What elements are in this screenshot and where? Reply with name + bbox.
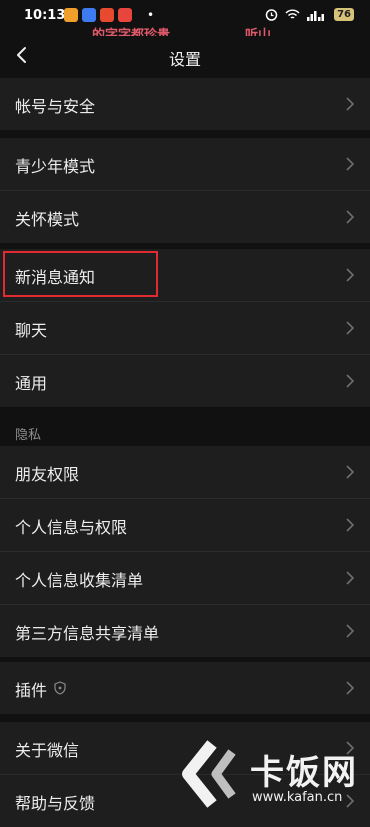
settings-group-plugins: 插件 — [0, 662, 370, 714]
chevron-right-icon — [346, 268, 355, 282]
battery-indicator: 76 — [334, 8, 354, 21]
app-notification-icon — [118, 8, 132, 22]
settings-row-label: 个人信息收集清单 — [15, 571, 144, 590]
chevron-right-icon — [346, 681, 355, 695]
status-dot: • — [147, 8, 155, 22]
app-notification-icon — [100, 8, 114, 22]
settings-row-label: 朋友权限 — [15, 465, 80, 484]
settings-row-third-party-sharing-list[interactable]: 第三方信息共享清单 — [0, 605, 370, 657]
settings-group-account: 帐号与安全 — [0, 78, 370, 130]
watermark-brand: 卡饭网 — [250, 753, 358, 793]
chevron-right-icon — [346, 465, 355, 479]
status-time: 10:13 — [24, 8, 66, 23]
wifi-icon — [285, 9, 300, 19]
chevron-right-icon — [346, 571, 355, 585]
chevron-right-icon — [346, 210, 355, 224]
settings-row-label: 帮助与反馈 — [15, 794, 96, 813]
settings-group-privacy: 朋友权限 个人信息与权限 个人信息收集清单 第三方信息共享清单 — [0, 446, 370, 657]
section-header-privacy: 隐私 — [15, 428, 42, 443]
settings-row-label: 关怀模式 — [15, 210, 80, 229]
settings-row-plugins[interactable]: 插件 — [0, 662, 370, 714]
chevron-right-icon — [346, 321, 355, 335]
chevron-right-icon — [346, 374, 355, 388]
chevron-right-icon — [346, 97, 355, 111]
watermark: 卡饭网 www.kafan.cn — [180, 740, 370, 822]
settings-row-account-security[interactable]: 帐号与安全 — [0, 78, 370, 130]
status-right: 76 — [265, 8, 354, 21]
settings-row-personal-info-permissions[interactable]: 个人信息与权限 — [0, 499, 370, 552]
shield-icon — [54, 681, 66, 695]
settings-row-label: 插件 — [15, 681, 48, 700]
highlight-annotation-box — [3, 251, 158, 297]
settings-row-label: 帐号与安全 — [15, 97, 96, 116]
page-title: 设置 — [168, 50, 201, 69]
watermark-url: www.kafan.cn — [252, 790, 343, 805]
nav-bar: 设置 — [0, 36, 370, 78]
settings-row-label: 通用 — [15, 374, 48, 393]
settings-group-modes: 青少年模式 关怀模式 — [0, 138, 370, 243]
settings-row-friend-permissions[interactable]: 朋友权限 — [0, 446, 370, 499]
chevron-right-icon — [346, 157, 355, 171]
signal-icon — [307, 10, 325, 21]
settings-row-label: 关于微信 — [15, 741, 80, 760]
settings-row-label: 聊天 — [15, 321, 48, 340]
settings-row-youth-mode[interactable]: 青少年模式 — [0, 138, 370, 191]
settings-row-chat[interactable]: 聊天 — [0, 302, 370, 355]
alarm-icon — [265, 9, 278, 21]
settings-row-label: 青少年模式 — [15, 157, 96, 176]
settings-row-personal-info-collection-list[interactable]: 个人信息收集清单 — [0, 552, 370, 605]
settings-row-label: 个人信息与权限 — [15, 518, 128, 537]
status-bar: 10:13 • 76 的字字都珍贵 听山 — [0, 0, 370, 43]
settings-row-general[interactable]: 通用 — [0, 355, 370, 407]
kafan-logo-icon — [182, 740, 236, 808]
notification-icons — [64, 8, 132, 22]
app-notification-icon — [82, 8, 96, 22]
settings-row-label: 第三方信息共享清单 — [15, 624, 160, 643]
settings-row-care-mode[interactable]: 关怀模式 — [0, 191, 370, 243]
chevron-right-icon — [346, 518, 355, 532]
chevron-right-icon — [346, 624, 355, 638]
app-notification-icon — [64, 8, 78, 22]
